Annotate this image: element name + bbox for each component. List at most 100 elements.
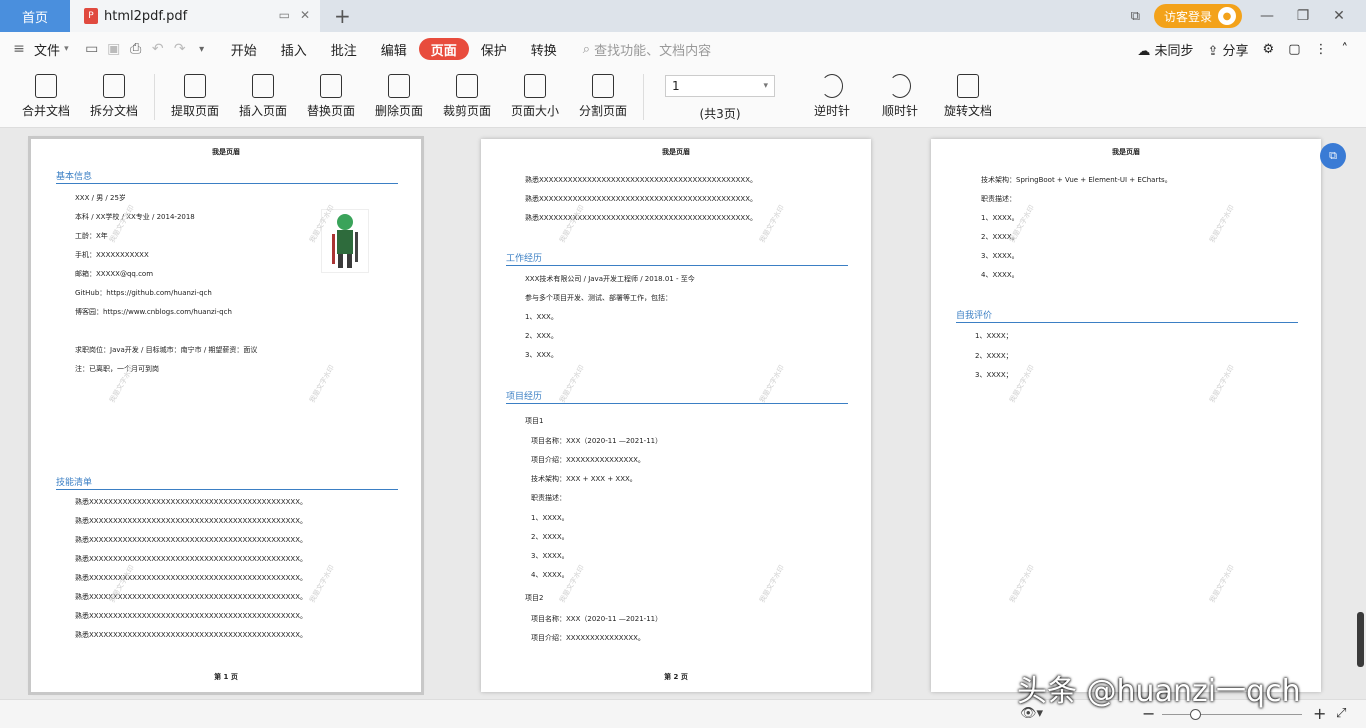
tab-document[interactable]: P html2pdf.pdf ▭ ✕ [70,0,320,32]
crop-label: 裁剪页面 [442,104,491,118]
project-line: 项目名称：XXX（2020-11 —2021-11） [531,437,663,445]
tab-home[interactable]: 首页 [0,0,70,32]
cloud-icon: ☁ [1137,43,1151,59]
skill-line: 熟悉XXXXXXXXXXXXXXXXXXXXXXXXXXXXXXXXXXXXXX… [75,574,307,582]
rotate-cw-button[interactable]: 顺时针 [866,66,934,119]
rotate-ccw-button[interactable]: 逆时针 [798,66,866,119]
divide-page-button[interactable]: 分割页面 [569,66,637,119]
skill-line: 熟悉XXXXXXXXXXXXXXXXXXXXXXXXXXXXXXXXXXXXXX… [75,631,307,639]
minimize-icon[interactable]: — [1256,8,1278,24]
merge-doc-button[interactable]: 合并文档 [12,66,80,119]
more-icon[interactable]: ⋮ [1315,42,1328,57]
save-icon[interactable]: ▣ [103,41,125,57]
page-count-icon[interactable]: ⧉ [1131,9,1140,24]
pin-icon[interactable]: ▭ [279,8,290,22]
insert-page-icon [252,74,274,98]
page-selector: 1 ▾ (共3页) [660,66,780,122]
menu-convert[interactable]: 转换 [519,38,569,60]
menu-start[interactable]: 开始 [219,38,269,60]
sync-button[interactable]: ☁ 未同步 [1137,40,1193,59]
redo-icon[interactable]: ↷ [169,41,191,57]
project-line: 4、XXXX。 [531,571,569,579]
page-footer: 第 1 页 [214,673,238,681]
replace-page-button[interactable]: 替换页面 [297,66,365,119]
document-view[interactable]: 我是页眉 基本信息 XXX / 男 / 25岁 本科 / XX学校 / XX专业… [0,129,1366,699]
restore-icon[interactable]: ❐ [1292,8,1314,24]
extract-page-button[interactable]: 提取页面 [161,66,229,119]
undo-icon[interactable]: ↶ [147,41,169,57]
replace-icon [320,74,342,98]
close-window-icon[interactable]: ✕ [1328,8,1350,24]
file-menu[interactable]: 文件 ▾ [30,38,81,60]
fullscreen-icon[interactable]: ⤢ [1336,706,1346,721]
job-line: 求职岗位：Java开发 / 目标城市：南宁市 / 期望薪资：面议 [75,346,258,354]
text-watermark: 我是文字水印 [308,563,336,605]
crop-page-button[interactable]: 裁剪页面 [433,66,501,119]
open-folder-icon[interactable]: ▭ [81,41,103,57]
insert-page-button[interactable]: 插入页面 [229,66,297,119]
page-size-button[interactable]: 页面大小 [501,66,569,119]
split-doc-button[interactable]: 拆分文档 [80,66,148,119]
menu-protect[interactable]: 保护 [469,38,519,60]
basic-line: 工龄：X年 [75,232,108,240]
menu-annotate[interactable]: 批注 [319,38,369,60]
delete-page-button[interactable]: 删除页面 [365,66,433,119]
avatar-icon: ● [1218,7,1236,25]
zoom-slider-handle[interactable] [1190,709,1201,720]
hamburger-icon[interactable]: ≡ [8,41,30,57]
page-header: 我是页眉 [1112,148,1140,156]
menu-edit[interactable]: 编辑 [369,38,419,60]
zoom-slider-track[interactable] [1162,714,1302,715]
share-button[interactable]: ⇪ 分享 [1207,40,1248,59]
more-quick-icon[interactable]: ▾ [191,44,213,55]
page-number-select[interactable]: 1 ▾ [665,75,775,97]
project-title: 项目1 [525,417,544,425]
new-tab-icon[interactable]: + [334,4,351,28]
visitor-login-button[interactable]: 访客登录 ● [1153,4,1242,28]
share-label: 分享 [1222,43,1249,59]
close-tab-icon[interactable]: ✕ [300,8,310,22]
text-watermark: 我是文字水印 [1008,203,1036,245]
zoom-in-icon[interactable]: + [1313,704,1326,723]
text-watermark: 我是文字水印 [758,563,786,605]
pdf-page-2[interactable]: 我是页眉 熟悉XXXXXXXXXXXXXXXXXXXXXXXXXXXXXXXXX… [481,139,871,692]
comment-icon[interactable]: ▢ [1288,42,1300,57]
rotate-doc-button[interactable]: 旋转文档 [934,66,1002,119]
print-icon[interactable]: ⎙ [125,41,147,57]
project-line: 职责描述： [981,195,1016,203]
split-label: 拆分文档 [89,104,138,118]
note-line: 注：已离职，一个月可到岗 [75,365,159,373]
project-line: 项目介绍：XXXXXXXXXXXXXXX。 [531,634,645,642]
search-box[interactable]: ⌕ 查找功能、文档内容 [583,40,711,59]
project-line: 3、XXXX。 [981,252,1019,260]
file-menu-label: 文件 [34,43,61,59]
chevron-down-icon: ▾ [763,81,768,91]
settings-icon[interactable]: ⚙ [1263,42,1275,57]
self-eval-line: 3、XXXX； [975,371,1013,379]
delete-label: 删除页面 [374,104,423,118]
rotate-cw-icon [889,74,911,98]
visitor-login-label: 访客登录 [1163,9,1212,24]
skill-line: 熟悉XXXXXXXXXXXXXXXXXXXXXXXXXXXXXXXXXXXXXX… [525,195,757,203]
skill-line: 熟悉XXXXXXXXXXXXXXXXXXXXXXXXXXXXXXXXXXXXXX… [75,555,307,563]
skill-line: 熟悉XXXXXXXXXXXXXXXXXXXXXXXXXXXXXXXXXXXXXX… [75,612,307,620]
pdf-page-1[interactable]: 我是页眉 基本信息 XXX / 男 / 25岁 本科 / XX学校 / XX专业… [28,136,424,695]
tab-document-label: html2pdf.pdf [104,8,188,24]
vertical-scrollbar[interactable] [1357,612,1364,667]
sync-label: 未同步 [1154,43,1194,59]
collapse-icon[interactable]: ˄ [1342,42,1349,57]
insert-label: 插入页面 [238,104,287,118]
basic-line: 博客园：https://www.cnblogs.com/huanzi-qch [75,308,232,316]
project-line: 2、XXXX。 [531,533,569,541]
self-eval-line: 1、XXXX； [975,332,1013,340]
self-eval-line: 2、XXXX； [975,352,1013,360]
overlay-watermark: 头条 @huanzi一qch [1017,674,1301,709]
menu-insert[interactable]: 插入 [269,38,319,60]
floating-tool-icon[interactable]: ⧉ [1320,143,1346,169]
toolbar-divider [643,74,644,120]
pdf-page-3[interactable]: 我是页眉 技术架构：SpringBoot + Vue + Element-UI … [931,139,1321,692]
section-self-eval: 自我评价 [956,308,1298,323]
section-projects: 项目经历 [506,389,848,404]
toolbar-divider [154,74,155,120]
menu-page[interactable]: 页面 [418,38,469,60]
